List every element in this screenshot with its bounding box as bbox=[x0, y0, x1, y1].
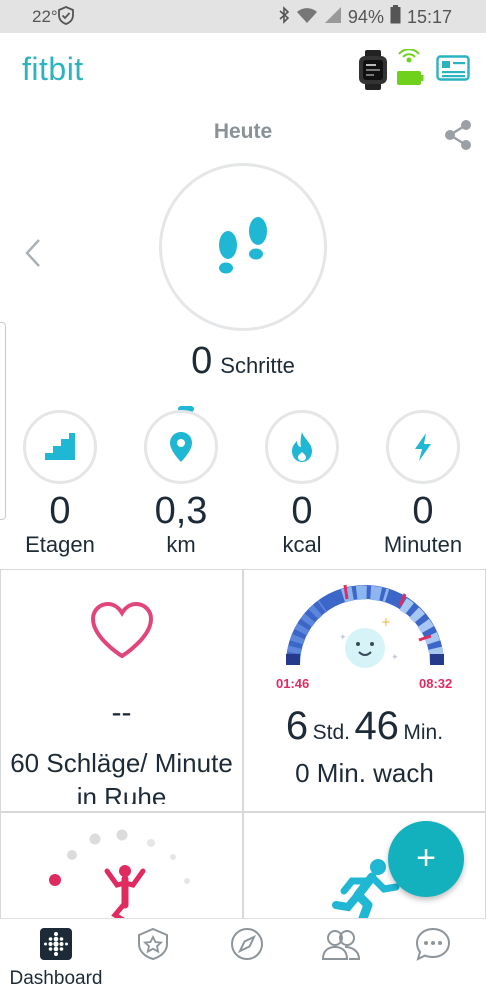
friends-icon bbox=[321, 930, 361, 965]
sleep-awake-time: 0 Min. wach bbox=[295, 758, 434, 788]
shield-icon bbox=[58, 6, 74, 30]
temperature: 22° bbox=[32, 7, 58, 26]
share-icon[interactable] bbox=[444, 119, 472, 156]
profile-card-icon[interactable] bbox=[436, 55, 470, 86]
stat-distance[interactable]: 0,3 km bbox=[121, 410, 241, 558]
calories-value: 0 bbox=[291, 490, 313, 532]
calories-label: kcal bbox=[282, 532, 322, 557]
watch-device-icon[interactable] bbox=[356, 50, 390, 95]
sleep-hours: 6 bbox=[285, 704, 309, 748]
footprints-icon bbox=[214, 213, 272, 282]
nav-dashboard-label: Dashboard bbox=[9, 968, 103, 989]
hourly-activity-tile[interactable] bbox=[0, 812, 243, 922]
nav-discover[interactable] bbox=[197, 927, 297, 966]
distance-value: 0,3 bbox=[154, 490, 208, 532]
badge-star-icon bbox=[136, 927, 170, 965]
nav-dashboard[interactable]: Dashboard bbox=[6, 927, 106, 990]
app-header: fitbit bbox=[0, 33, 486, 107]
nav-messages[interactable] bbox=[383, 927, 483, 966]
wifi-icon bbox=[296, 6, 318, 29]
dashboard-icon bbox=[39, 928, 73, 965]
floors-ring bbox=[23, 410, 97, 484]
previous-day-arrow-icon[interactable] bbox=[24, 238, 42, 273]
heart-icon bbox=[89, 600, 155, 665]
sleep-hours-unit: Std. bbox=[312, 721, 350, 744]
status-icons: 94% 15:17 bbox=[278, 5, 452, 29]
chat-bubble-icon bbox=[415, 927, 451, 965]
hourly-activity-figure-icon bbox=[1, 813, 242, 921]
svg-text:+: + bbox=[381, 615, 391, 629]
stat-floors[interactable]: 0 Etagen bbox=[0, 410, 120, 558]
steps-label: Schritte bbox=[220, 353, 295, 378]
bottom-navigation: Dashboard bbox=[0, 918, 486, 999]
distance-ring bbox=[144, 410, 218, 484]
calories-ring bbox=[265, 410, 339, 484]
compass-icon bbox=[230, 928, 264, 965]
nav-community[interactable] bbox=[291, 927, 391, 966]
device-sync-battery-icon[interactable] bbox=[394, 48, 424, 92]
heart-rate-value: -- bbox=[111, 696, 132, 729]
battery-icon bbox=[390, 5, 401, 29]
svg-text:✦: ✦ bbox=[391, 653, 399, 663]
floors-label: Etagen bbox=[25, 532, 95, 557]
steps-summary: 0 Schritte bbox=[0, 340, 486, 383]
svg-text:✦: ✦ bbox=[339, 633, 347, 643]
active-minutes-label: Minuten bbox=[383, 532, 463, 557]
active-minutes-ring bbox=[386, 410, 460, 484]
distance-label: km bbox=[166, 532, 196, 557]
signal-icon bbox=[324, 6, 342, 29]
clock: 15:17 bbox=[406, 6, 452, 27]
sleep-start-time: 01:46 bbox=[276, 676, 310, 691]
nav-challenges[interactable] bbox=[103, 927, 203, 966]
active-minutes-value: 0 bbox=[412, 490, 434, 532]
steps-value: 0 bbox=[191, 340, 213, 382]
fitbit-logo: fitbit bbox=[22, 51, 84, 87]
sleep-minutes-unit: Min. bbox=[403, 721, 444, 744]
add-button[interactable]: + bbox=[388, 821, 464, 897]
floors-value: 0 bbox=[49, 490, 71, 532]
resting-heart-rate-label: 60 Schläge/ Minute in Ruhe bbox=[10, 748, 233, 804]
sleep-duration: 6 Std. 46 Min. bbox=[243, 704, 486, 749]
sleep-stages-arc: + ✦ ✦ bbox=[283, 582, 447, 673]
sleep-end-time: 08:32 bbox=[419, 676, 453, 691]
sleep-minutes: 46 bbox=[354, 704, 399, 748]
stat-calories[interactable]: 0 kcal bbox=[242, 410, 362, 558]
status-bar: 22° 94% 15:17 bbox=[0, 0, 486, 33]
bluetooth-icon bbox=[278, 5, 290, 29]
stat-active-minutes[interactable]: 0 Minuten bbox=[363, 410, 483, 558]
battery-percent: 94% bbox=[347, 6, 384, 27]
day-title: Heute bbox=[213, 120, 273, 143]
